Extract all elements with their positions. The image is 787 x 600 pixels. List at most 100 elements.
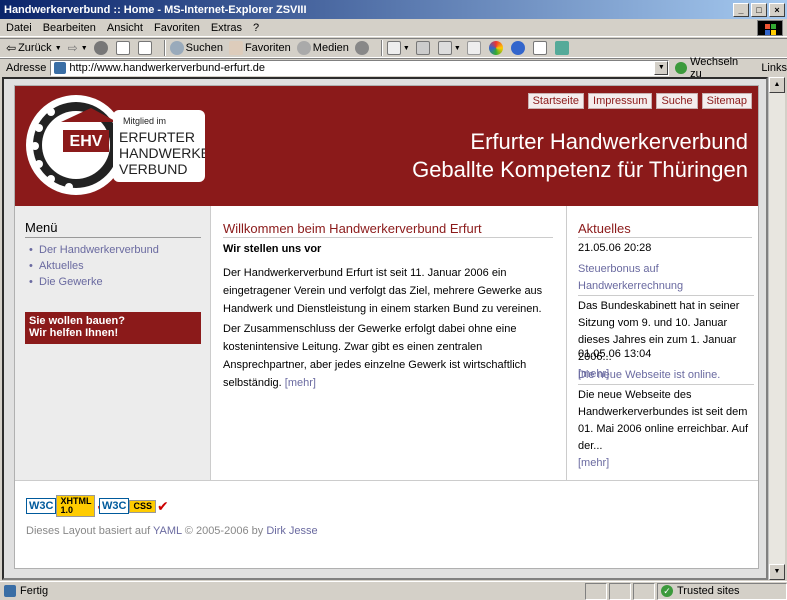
news-text: Die neue Webseite des Handwerkerverbunde… bbox=[578, 389, 749, 452]
home-button[interactable] bbox=[137, 41, 154, 55]
w3c-xhtml-logo: W3C bbox=[26, 498, 57, 514]
window-title: Handwerkerverbund :: Home - MS-Internet-… bbox=[4, 3, 307, 16]
edit-button[interactable]: ▼ bbox=[437, 41, 461, 55]
address-input[interactable]: http://www.handwerkerverbund-erfurt.de ▼ bbox=[50, 59, 670, 76]
menu-item-handwerkerverbund[interactable]: Der Handwerkerverbund bbox=[29, 242, 159, 258]
chevron-down-icon[interactable]: ▼ bbox=[654, 60, 669, 75]
tool-button-2[interactable] bbox=[554, 41, 571, 55]
security-zone[interactable]: ✓ Trusted sites bbox=[657, 582, 787, 600]
stop-button[interactable] bbox=[93, 41, 110, 55]
menu-favoriten[interactable]: Favoriten bbox=[154, 22, 200, 34]
chevron-down-icon[interactable]: ▼ bbox=[81, 45, 88, 52]
promo-line-1: Sie wollen bauen? bbox=[29, 315, 125, 327]
menu-item-aktuelles[interactable]: Aktuelles bbox=[29, 258, 159, 274]
main-paragraph-2-text: Der Zusammenschluss der Gewerke erfolgt … bbox=[223, 323, 527, 389]
menu-help[interactable]: ? bbox=[253, 22, 259, 34]
puzzle-icon bbox=[554, 41, 569, 55]
slogan-line-2: Geballte Kompetenz für Thüringen bbox=[412, 157, 748, 182]
print-icon bbox=[415, 41, 430, 55]
stop-icon bbox=[93, 41, 108, 55]
menu-heading: Menü bbox=[25, 220, 58, 235]
news-item: 01.05.06 13:04 Die neue Webseite ist onl… bbox=[578, 346, 754, 472]
xhtml-version: 1.0 bbox=[60, 505, 73, 515]
author-link[interactable]: Dirk Jesse bbox=[266, 525, 317, 537]
status-cell bbox=[609, 582, 631, 600]
w3c-css-logo: W3C bbox=[99, 498, 130, 514]
forward-button[interactable]: ⇨ ▼ bbox=[68, 41, 88, 55]
top-navigation: Startseite Impressum Suche Sitemap bbox=[527, 93, 752, 109]
title-bar: Handwerkerverbund :: Home - MS-Internet-… bbox=[0, 0, 787, 19]
menu-extras[interactable]: Extras bbox=[211, 22, 242, 34]
links-button[interactable]: Links bbox=[761, 62, 787, 74]
address-url[interactable]: http://www.handwerkerverbund-erfurt.de bbox=[69, 62, 265, 74]
close-button[interactable]: × bbox=[769, 2, 785, 17]
media-button[interactable]: Medien bbox=[296, 41, 349, 55]
ehv-logo[interactable]: EHV Mitglied im ERFURTER HANDWERKER VERB… bbox=[21, 90, 205, 200]
nav-startseite[interactable]: Startseite bbox=[527, 93, 585, 109]
scroll-down-icon[interactable]: ▼ bbox=[769, 564, 785, 580]
page-icon bbox=[54, 61, 67, 74]
menu-bearbeiten[interactable]: Bearbeiten bbox=[43, 22, 96, 34]
menu-ansicht[interactable]: Ansicht bbox=[107, 22, 143, 34]
print-button[interactable] bbox=[415, 41, 432, 55]
promo-box[interactable]: Sie wollen bauen? Wir helfen Ihnen! bbox=[25, 312, 201, 344]
promo-line-2: Wir helfen Ihnen! bbox=[29, 327, 119, 339]
discuss-button[interactable] bbox=[466, 41, 483, 55]
footer-credit: Dieses Layout basiert auf YAML © 2005-20… bbox=[26, 525, 318, 537]
news-date: 21.05.06 20:28 bbox=[578, 242, 652, 254]
css-label: CSS bbox=[129, 499, 156, 513]
footer-copyright: © 2005-2006 by bbox=[184, 525, 264, 537]
yaml-link[interactable]: YAML bbox=[153, 525, 182, 537]
w3c-css-badge[interactable]: W3C CSS ✔ bbox=[99, 495, 169, 517]
side-menu: Der Handwerkerverbund Aktuelles Die Gewe… bbox=[29, 242, 159, 290]
mail-button[interactable]: ▼ bbox=[386, 41, 410, 55]
main-more-link[interactable]: [mehr] bbox=[285, 377, 316, 389]
left-column: Menü Der Handwerkerverbund Aktuelles Die… bbox=[15, 206, 210, 480]
messenger-button[interactable] bbox=[488, 41, 505, 55]
go-arrow-icon bbox=[675, 61, 688, 74]
main-subheading: Wir stellen uns vor bbox=[223, 243, 322, 255]
chevron-down-icon[interactable]: ▼ bbox=[55, 45, 62, 52]
back-button[interactable]: ⇦ Zurück ▼ bbox=[6, 41, 62, 55]
windows-logo-icon bbox=[757, 20, 783, 36]
news-headline-link[interactable]: Steuerbonus auf Handwerkerrechnung bbox=[578, 261, 754, 296]
vertical-scrollbar[interactable]: ▲ ▼ bbox=[768, 77, 785, 580]
main-heading: Willkommen beim Handwerkerverbund Erfurt bbox=[223, 221, 482, 236]
tool-button[interactable] bbox=[532, 41, 549, 55]
slogan-line-1: Erfurter Handwerkerverbund bbox=[470, 129, 748, 154]
favorites-label: Favoriten bbox=[244, 42, 291, 54]
document-icon bbox=[532, 41, 547, 55]
refresh-button[interactable] bbox=[115, 41, 132, 55]
logo-text-4: VERBUND bbox=[119, 161, 187, 177]
main-paragraph-1: Der Handwerkerverbund Erfurt ist seit 11… bbox=[223, 267, 543, 315]
discuss-icon bbox=[466, 41, 481, 55]
nav-suche[interactable]: Suche bbox=[656, 93, 698, 109]
forward-arrow-icon: ⇨ bbox=[67, 41, 78, 55]
history-button[interactable] bbox=[354, 41, 371, 55]
menu-datei[interactable]: Datei bbox=[6, 22, 32, 34]
nav-impressum[interactable]: Impressum bbox=[588, 93, 653, 109]
go-button[interactable]: Wechseln zu bbox=[675, 56, 751, 80]
edit-icon bbox=[437, 41, 452, 55]
web-page: EHV Mitglied im ERFURTER HANDWERKER VERB… bbox=[14, 85, 759, 569]
back-label: Zurück bbox=[18, 42, 52, 54]
search-button[interactable]: Suchen bbox=[169, 41, 223, 55]
news-headline-link[interactable]: Die neue Webseite ist online. bbox=[578, 367, 754, 385]
site-slogan: Erfurter Handwerkerverbund Geballte Komp… bbox=[412, 128, 748, 184]
ie-button[interactable] bbox=[510, 41, 527, 55]
status-cells: ✓ Trusted sites bbox=[583, 582, 787, 600]
news-more-link[interactable]: [mehr] bbox=[578, 457, 609, 469]
favorites-button[interactable]: Favoriten bbox=[228, 41, 291, 55]
logo-text-3: HANDWERKER bbox=[119, 145, 205, 161]
status-text: Fertig bbox=[20, 585, 49, 597]
main-content: Willkommen beim Handwerkerverbund Erfurt… bbox=[210, 206, 566, 480]
zone-label: Trusted sites bbox=[677, 585, 740, 597]
scroll-up-icon[interactable]: ▲ bbox=[769, 77, 785, 93]
minimize-button[interactable]: _ bbox=[733, 2, 749, 17]
main-paragraph-2: Der Zusammenschluss der Gewerke erfolgt … bbox=[223, 320, 555, 392]
media-label: Medien bbox=[312, 42, 349, 54]
menu-item-gewerke[interactable]: Die Gewerke bbox=[29, 274, 159, 290]
w3c-xhtml-badge[interactable]: W3C XHTML1.0 ✔ bbox=[26, 495, 108, 517]
nav-sitemap[interactable]: Sitemap bbox=[701, 93, 752, 109]
maximize-button[interactable]: □ bbox=[751, 2, 767, 17]
